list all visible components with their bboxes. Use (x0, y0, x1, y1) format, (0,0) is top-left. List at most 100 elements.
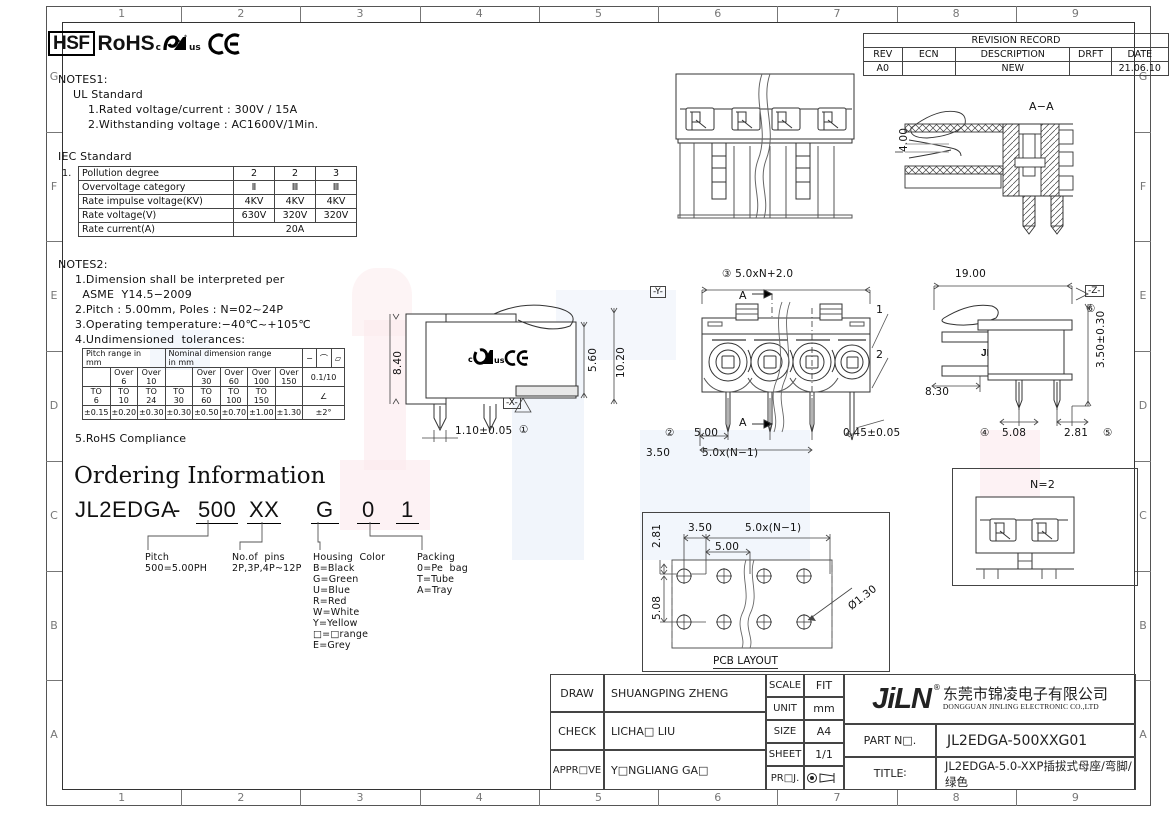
ul-note-2: 2.Withstanding voltage : AC1600V/1Min. (88, 118, 319, 131)
iec-row-label: Pollution degree (78, 166, 234, 181)
legend-housing-color-title: Housing Color (313, 552, 386, 563)
iec-parameters-table: Pollution degree 2 2 3 Overvoltage category Ⅱ… (78, 166, 357, 237)
revision-title-row: REVISION RECORD (863, 33, 1169, 48)
unit-value: mm (804, 697, 844, 720)
legend-packing-line-0: 0=Pe bag (417, 563, 468, 574)
legend-packing-line-1: T=Tube (417, 574, 455, 585)
svg-text:c: c (468, 355, 473, 364)
legend-packing-title: Packing (417, 552, 455, 563)
frame-col-8-top: 8 (952, 7, 960, 20)
proj-label: PR□J. (766, 766, 804, 790)
frame-col-6-top: 6 (714, 7, 722, 20)
frame-row-E-right: E (1139, 289, 1147, 303)
company-name-en: DONGGUAN JINLING ELECTRONIC CO.,LTD (942, 701, 1099, 711)
frame-row-B-left: B (50, 618, 58, 632)
revision-row: A0 NEW 21.06.10 (863, 61, 1169, 76)
part-no-label: PART N□. (844, 724, 936, 757)
frame-col-1-top: 1 (118, 7, 126, 20)
frame-col-4-bot: 4 (475, 791, 483, 804)
company-logo-block: JiLN ® 东莞市锦凌电子有限公司 DONGGUAN JINLING ELEC… (844, 674, 1136, 724)
tol-value-1: ±0.20 (109, 405, 139, 420)
right-length-dim: 19.00 (955, 268, 987, 280)
revision-cell: NEW (955, 61, 1071, 76)
scale-value: FIT (804, 674, 844, 697)
frame-col-3-top: 3 (356, 7, 364, 20)
tol-to-row: TO 6 TO 10 TO 24 TO 30 TO 60 TO 100 TO 150 ∠ (82, 386, 345, 406)
tol-nom-over-4: Over 150 (274, 367, 304, 387)
tol-value-0: ±0.15 (82, 405, 111, 420)
notes2-item-4: 4.Undimensioned tolerances: (75, 333, 246, 346)
rohs-label: RoHS (97, 31, 155, 55)
frame-col-7-bot: 7 (833, 791, 841, 804)
notes2-item-3: 3.Operating temperature:−40℃~+105℃ (75, 318, 311, 331)
side-pin-dim: 1.10±0.05 (455, 425, 513, 437)
frame-row-divider (46, 570, 62, 572)
frame-col-divider (300, 6, 302, 22)
company-name-cn: 东莞市锦凌电子有限公司 (942, 685, 1108, 704)
frame-row-A-left: A (50, 728, 58, 742)
size-label: SIZE (766, 720, 804, 743)
projection-symbol-icon (804, 766, 844, 790)
revision-cell (1069, 61, 1112, 76)
legend-pins-line-0: 2P,3P,4P~12P (232, 563, 302, 574)
frame-row-divider (1135, 680, 1151, 682)
revision-header-row: REV ECN DESCRIPTION DRFT DATE (863, 47, 1169, 62)
legend-pitch-line-0: 500=5.00PH (145, 563, 208, 574)
frame-col-8-bot: 8 (952, 791, 960, 804)
frame-col-divider (1015, 6, 1017, 22)
frame-row-B-right: B (1139, 618, 1147, 632)
frame-row-D-left: D (49, 399, 59, 413)
legend-housing-color-line-0: B=Black (313, 563, 355, 574)
frame-col-divider (658, 790, 660, 806)
tol-pitch-over-2: Over 10 (137, 367, 166, 387)
legend-housing-color-line-3: R=Red (313, 596, 347, 607)
title-label: TITLE∶ (844, 757, 936, 790)
frame-col-5-bot: 5 (594, 791, 602, 804)
notes2-item-1b: ASME Y14.5−2009 (75, 288, 192, 301)
revision-header-rev: REV (863, 47, 903, 62)
frame-row-divider (46, 460, 62, 462)
scale-label: SCALE (766, 674, 804, 697)
tol-pitch-over-1: Over 6 (109, 367, 139, 387)
tol-header-row: Pitch range in mm Nominal dimension range… (82, 348, 345, 368)
revision-header-drft: DRFT (1069, 47, 1112, 62)
ordering-information-title: Ordering Information (74, 463, 326, 489)
draw-label: DRAW (550, 674, 604, 712)
revision-header-date: DATE (1110, 47, 1169, 62)
frame-col-3-bot: 3 (356, 791, 364, 804)
tol-pitch-to-2: TO 24 (137, 386, 166, 406)
n2-label: N=2 (1030, 478, 1056, 491)
frame-col-9-top: 9 (1071, 7, 1079, 20)
notes1-heading: NOTES1: (58, 73, 108, 86)
iec-table-row: Overvoltage category Ⅱ Ⅲ Ⅲ (78, 180, 357, 195)
legend-housing-color-line-1: G=Green (313, 574, 359, 585)
iec-table-row: Rate current(A) 20A (78, 222, 357, 237)
iec-row-value: 4KV (274, 194, 316, 209)
tol-value-7: ±1.30 (274, 405, 304, 420)
sheet-value: 1/1 (804, 743, 844, 766)
tol-value-5: ±0.70 (219, 405, 249, 420)
tol-pitch-over-0 (82, 367, 111, 387)
frame-col-divider (896, 790, 898, 806)
frame-col-divider (419, 6, 421, 22)
frame-row-A-right: A (1139, 728, 1147, 742)
frame-row-divider (46, 680, 62, 682)
ul-note-1: 1.Rated voltage/current : 300V / 15A (88, 103, 298, 116)
iec-index: 1. (62, 168, 72, 179)
tol-symbol-straight: − (302, 348, 317, 368)
frame-col-2-bot: 2 (237, 791, 245, 804)
iec-row-value: 320V (315, 208, 357, 223)
draw-value: SHUANGPING ZHENG (604, 674, 766, 712)
hsf-badge: HSF (48, 31, 95, 56)
frame-col-1-bot: 1 (118, 791, 126, 804)
frame-col-divider (538, 6, 540, 22)
right-view-drawing (931, 282, 1092, 426)
frame-col-divider (1015, 790, 1017, 806)
frame-col-divider (777, 790, 779, 806)
revision-title: REVISION RECORD (863, 33, 1169, 48)
iec-table-row: Pollution degree 2 2 3 (78, 166, 357, 181)
part-no-value: JL2EDGA-500XXG01 (936, 724, 1136, 757)
notes2-heading: NOTES2: (58, 258, 108, 271)
side-view-drawing: c us (389, 304, 618, 442)
frame-row-divider (1135, 131, 1151, 133)
